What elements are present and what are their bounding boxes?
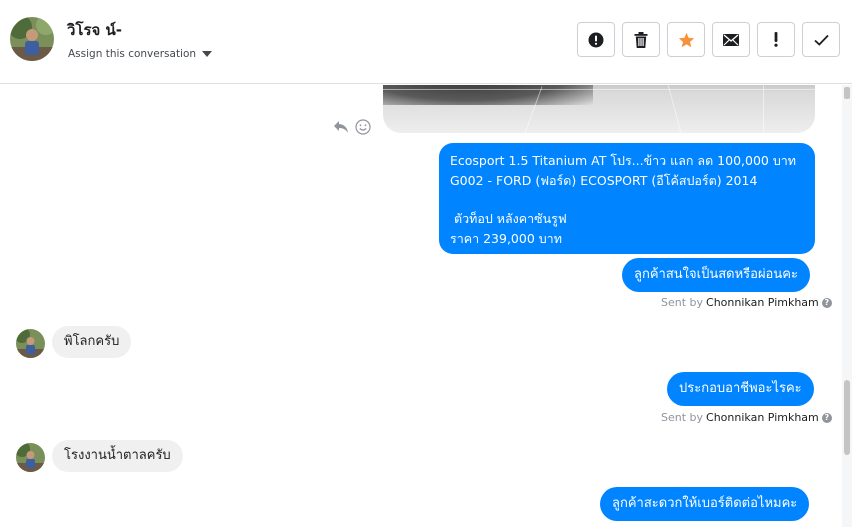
alert-circle-icon	[588, 32, 604, 47]
listing-line: ราคา 239,000 บาท	[450, 230, 562, 246]
help-icon[interactable]: ?	[821, 412, 832, 423]
action-toolbar	[577, 22, 840, 57]
checkmark-icon	[813, 34, 829, 46]
spam-button[interactable]	[757, 22, 795, 57]
envelope-icon	[723, 33, 739, 46]
exclamation-icon	[774, 32, 778, 47]
sent-by-prefix: Sent by	[661, 411, 704, 424]
assign-label: Assign this conversation	[68, 48, 197, 60]
emoji-react-icon[interactable]	[355, 119, 371, 135]
star-button[interactable]	[667, 22, 705, 57]
sent-by-prefix: Sent by	[661, 296, 704, 309]
sender-name: Chonnikan Pimkham	[706, 296, 819, 309]
message-actions	[333, 119, 371, 135]
sent-by-label: Sent by Chonnikan Pimkham ?	[661, 411, 832, 424]
listing-line: G002 - FORD (ฟอร์ด) ECOSPORT (อีโค้สปอร์…	[450, 172, 758, 188]
contact-avatar[interactable]	[16, 443, 45, 472]
sender-name: Chonnikan Pimkham	[706, 411, 819, 424]
outgoing-message: ลูกค้าสนใจเป็นสดหรือผ่อนคะ	[622, 258, 810, 292]
thread-scrollbar[interactable]	[842, 85, 852, 527]
shared-image[interactable]	[383, 85, 815, 133]
caret-down-icon	[202, 51, 213, 57]
outgoing-message: ประกอบอาชีพอะไรคะ	[667, 372, 814, 406]
scrollbar-thumb[interactable]	[844, 380, 850, 455]
contact-name: วิโรจ น์-	[67, 21, 123, 39]
mark-unread-button[interactable]	[712, 22, 750, 57]
reply-icon[interactable]	[333, 120, 349, 134]
star-icon	[678, 32, 694, 47]
done-button[interactable]	[802, 22, 840, 57]
incoming-message: โรงงานน้ำตาลครับ	[52, 440, 183, 472]
outgoing-message: ลูกค้าสะดวกให้เบอร์ติดต่อไหมคะ	[600, 487, 810, 521]
scroll-up-arrow[interactable]	[844, 87, 850, 99]
delete-button[interactable]	[622, 22, 660, 57]
message-thread[interactable]: Ecosport 1.5 Titanium AT โปร...ข้าว แลก …	[0, 85, 852, 527]
report-button[interactable]	[577, 22, 615, 57]
listing-line: Ecosport 1.5 Titanium AT โปร...ข้าว แลก …	[450, 153, 797, 168]
conversation-header: วิโรจ น์- Assign this conversation	[0, 0, 852, 84]
outgoing-message-listing: Ecosport 1.5 Titanium AT โปร...ข้าว แลก …	[439, 143, 815, 254]
listing-line: ตัวท็อป หลังคาซันรูฟ	[450, 211, 567, 226]
avatar[interactable]	[10, 17, 54, 61]
contact-avatar[interactable]	[16, 329, 45, 358]
trash-icon	[634, 31, 648, 48]
help-icon[interactable]: ?	[821, 297, 832, 308]
incoming-message: พิโลกครับ	[52, 326, 132, 358]
listing-line	[450, 190, 804, 209]
assign-conversation-dropdown[interactable]: Assign this conversation	[68, 48, 213, 60]
sent-by-label: Sent by Chonnikan Pimkham ?	[661, 296, 832, 309]
